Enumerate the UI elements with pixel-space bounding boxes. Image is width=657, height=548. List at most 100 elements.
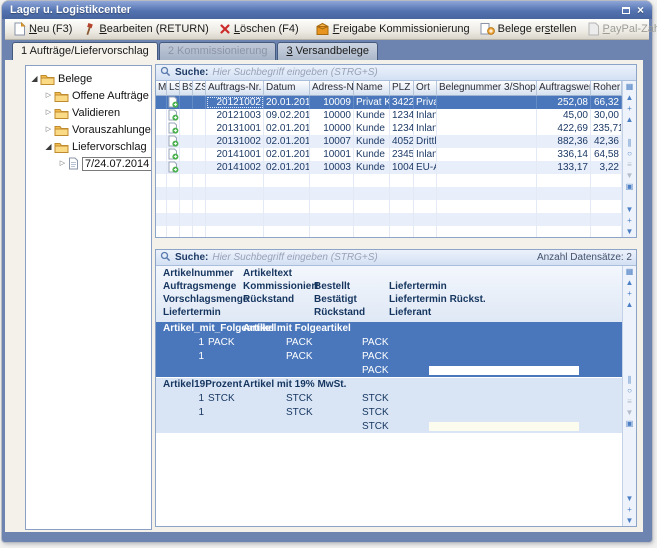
group-detail-row[interactable]: STCK xyxy=(156,420,622,434)
cell[interactable]: 1234 xyxy=(390,109,414,122)
order-row[interactable]: 2012100309.02.201210000Kunde1234Inlan45,… xyxy=(156,109,622,122)
tree-item-label[interactable]: Offene Aufträge xyxy=(72,90,149,102)
expand-icon[interactable]: ▷ xyxy=(43,87,54,104)
cell[interactable]: 66,32 xyxy=(591,96,622,109)
cell[interactable]: EU-Au xyxy=(414,161,437,174)
orders-search-bar[interactable]: Suche: Hier Suchbegriff eingeben (STRG+S… xyxy=(156,65,636,81)
add-record-icon[interactable]: + xyxy=(623,288,636,299)
pin-icon[interactable]: ∥ xyxy=(623,374,636,385)
position-edit-field[interactable] xyxy=(429,366,579,375)
cell[interactable]: 1004 xyxy=(390,161,414,174)
cell[interactable]: 10000 xyxy=(310,109,354,122)
tree-item-vorauszahlungen[interactable]: ▷Vorauszahlungen xyxy=(26,121,151,138)
cell[interactable]: 45,00 xyxy=(537,109,591,122)
collapse-icon[interactable]: ◢ xyxy=(29,70,40,87)
search-input[interactable]: Hier Suchbegriff eingeben (STRG+S) xyxy=(212,67,377,78)
cell[interactable] xyxy=(156,96,167,109)
positions-search-bar[interactable]: Suche: Hier Suchbegriff eingeben (STRG+S… xyxy=(156,250,636,266)
cell[interactable]: 20131001 xyxy=(206,122,264,135)
column-header-BS[interactable]: BS xyxy=(180,81,193,96)
go-last-icon[interactable]: ▼ xyxy=(623,515,636,526)
cell[interactable]: 10003 xyxy=(310,161,354,174)
order-document-icon[interactable] xyxy=(167,109,180,122)
cell[interactable] xyxy=(193,96,206,109)
column-header-Auftrags-Nr.[interactable]: Auftrags-Nr. xyxy=(206,81,264,96)
cell[interactable]: Inlan xyxy=(414,122,437,135)
cell[interactable]: 10001 xyxy=(310,148,354,161)
cell[interactable]: 20121003 xyxy=(206,109,264,122)
cell[interactable] xyxy=(180,122,193,135)
column-header-LS[interactable]: LS xyxy=(167,81,180,96)
cell[interactable]: 252,08 xyxy=(537,96,591,109)
tree-item-liefervorschlag[interactable]: ◢Liefervorschlag xyxy=(26,138,151,155)
restore-window-icon[interactable] xyxy=(622,7,630,14)
go-prev-icon[interactable]: ▲ xyxy=(623,114,636,125)
cell[interactable]: 20131002 xyxy=(206,135,264,148)
column-header-PLZ[interactable]: PLZ xyxy=(390,81,414,96)
remove-record-icon[interactable]: + xyxy=(623,504,636,515)
cell[interactable]: 3,22 xyxy=(591,161,622,174)
bearbeiten-button[interactable]: Bearbeiten (RETURN) xyxy=(77,21,213,37)
order-document-icon[interactable] xyxy=(167,135,180,148)
search-record-icon[interactable]: ○ xyxy=(623,148,636,159)
cell[interactable]: 133,17 xyxy=(537,161,591,174)
order-row[interactable]: 2013100102.01.201310000Kunde1234Inlan422… xyxy=(156,122,622,135)
cell[interactable] xyxy=(156,161,167,174)
cell[interactable] xyxy=(180,161,193,174)
cell[interactable] xyxy=(437,135,537,148)
cell[interactable]: 422,69 xyxy=(537,122,591,135)
cell[interactable] xyxy=(437,96,537,109)
cell[interactable] xyxy=(437,161,537,174)
group-detail-row[interactable]: PACK xyxy=(156,364,622,378)
cell[interactable]: 882,36 xyxy=(537,135,591,148)
cell[interactable]: 2345 xyxy=(390,148,414,161)
cell[interactable]: 20141002 xyxy=(206,161,264,174)
cell[interactable]: 10007 xyxy=(310,135,354,148)
remove-record-icon[interactable]: + xyxy=(623,215,636,226)
group-detail-row[interactable]: 1PACKPACK xyxy=(156,350,622,364)
add-record-icon[interactable]: + xyxy=(623,103,636,114)
tree-item-label[interactable]: Belege xyxy=(58,73,92,85)
expand-icon[interactable]: ▷ xyxy=(43,104,54,121)
column-header-Adress-Nr.[interactable]: Adress-Nr. xyxy=(310,81,354,96)
order-document-icon[interactable] xyxy=(167,161,180,174)
freigabe-kommissionierung-button[interactable]: Freigabe Kommissionierung xyxy=(310,21,475,37)
position-edit-field[interactable] xyxy=(429,422,579,431)
cell[interactable] xyxy=(156,109,167,122)
tree-item-label[interactable]: Liefervorschlag xyxy=(72,141,147,153)
tree-item-belege[interactable]: ◢ Belege xyxy=(26,70,151,87)
column-header-M[interactable]: M xyxy=(156,81,167,96)
windows-icon[interactable]: ▣ xyxy=(623,181,636,192)
cell[interactable] xyxy=(156,135,167,148)
group-detail-row[interactable]: 1STCKSTCKSTCK xyxy=(156,392,622,406)
cell[interactable]: 20141001 xyxy=(206,148,264,161)
cell[interactable] xyxy=(180,96,193,109)
cell[interactable] xyxy=(156,122,167,135)
cell[interactable]: 235,71 xyxy=(591,122,622,135)
cell[interactable]: Priva xyxy=(414,96,437,109)
cell[interactable]: Privat K xyxy=(354,96,390,109)
order-document-icon[interactable] xyxy=(167,122,180,135)
position-group-2[interactable]: Artikel19ProzentArtikel mit 19% MwSt.1ST… xyxy=(156,378,622,434)
go-next-icon[interactable]: ▼ xyxy=(623,204,636,215)
expand-icon[interactable]: ▷ xyxy=(43,121,54,138)
cell[interactable]: 09.02.2012 xyxy=(264,109,310,122)
column-header-Belegnummer 3/ShopID[interactable]: Belegnummer 3/ShopID xyxy=(437,81,537,96)
cell[interactable]: Kunde xyxy=(354,122,390,135)
cell[interactable]: 10009 xyxy=(310,96,354,109)
order-row[interactable]: 2014100202.01.201410003Kunde1004EU-Au133… xyxy=(156,161,622,174)
cell[interactable] xyxy=(437,148,537,161)
cell[interactable]: 1234 xyxy=(390,122,414,135)
loeschen-button[interactable]: Löschen (F4) xyxy=(214,22,304,36)
cell[interactable]: 64,58 xyxy=(591,148,622,161)
cell[interactable] xyxy=(437,122,537,135)
expand-icon[interactable]: ▷ xyxy=(57,155,68,172)
cell[interactable]: Kunde xyxy=(354,135,390,148)
cell[interactable] xyxy=(193,109,206,122)
cell[interactable]: 4052 xyxy=(390,135,414,148)
group-header-row[interactable]: Artikel19ProzentArtikel mit 19% MwSt. xyxy=(156,378,622,392)
belege-erstellen-button[interactable]: Belege erstellen xyxy=(475,21,582,37)
cell[interactable]: 20121002 xyxy=(206,96,264,109)
windows-icon[interactable]: ▣ xyxy=(623,418,636,429)
cell[interactable] xyxy=(193,135,206,148)
